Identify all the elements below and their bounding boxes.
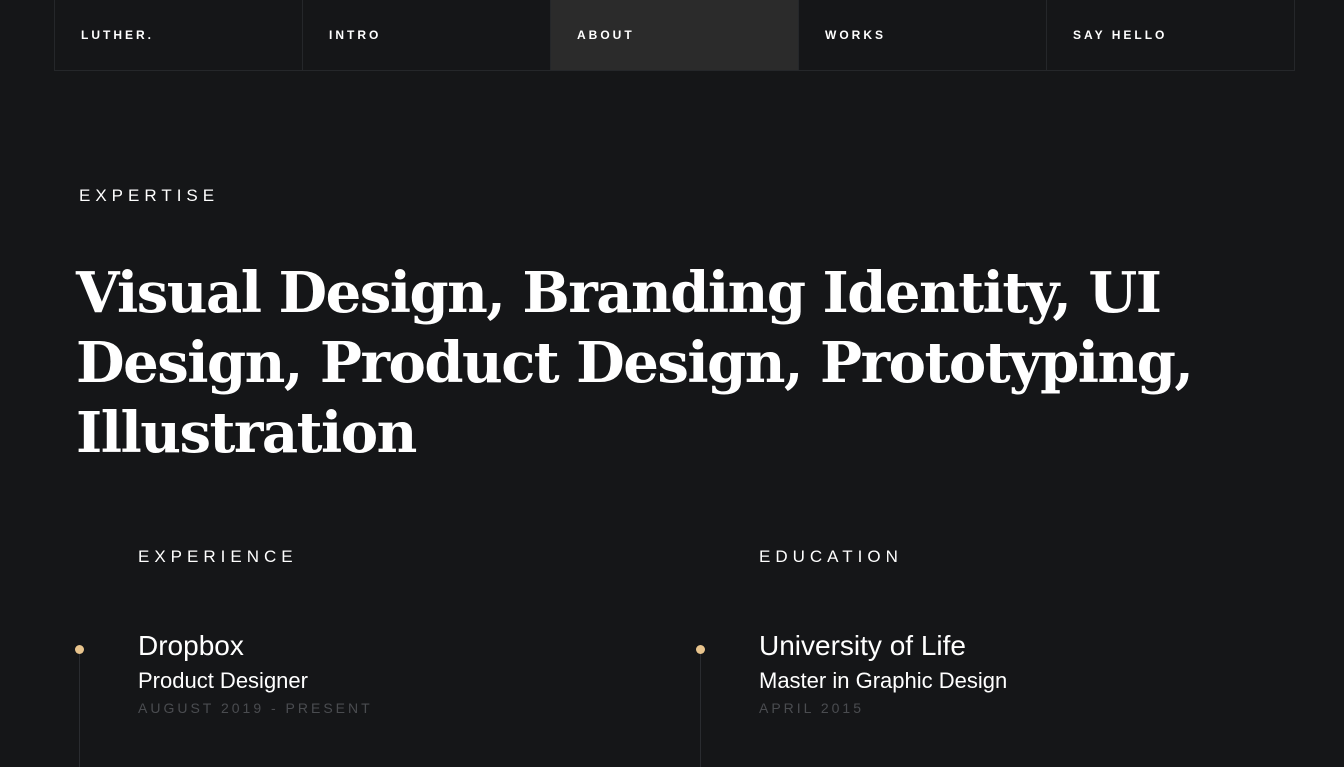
nav-item-intro[interactable]: INTRO [303, 0, 551, 70]
nav-item-about[interactable]: ABOUT [551, 0, 799, 70]
education-entry: University of Life Master in Graphic Des… [759, 628, 1007, 716]
expertise-label: EXPERTISE [79, 186, 220, 205]
experience-date: AUGUST 2019 - PRESENT [138, 700, 373, 716]
education-timeline-line [700, 650, 701, 767]
experience-timeline-dot [75, 645, 84, 654]
nav-item-works[interactable]: WORKS [799, 0, 1047, 70]
top-navigation: LUTHER. INTRO ABOUT WORKS SAY HELLO [54, 0, 1295, 71]
experience-label: EXPERIENCE [138, 547, 298, 566]
experience-company: Dropbox [138, 630, 244, 661]
education-school: University of Life [759, 630, 966, 661]
education-timeline-dot [696, 645, 705, 654]
nav-item-say-hello[interactable]: SAY HELLO [1047, 0, 1294, 70]
nav-logo-luther[interactable]: LUTHER. [55, 0, 303, 70]
education-label: EDUCATION [759, 547, 903, 566]
education-date: APRIL 2015 [759, 700, 864, 716]
experience-entry: Dropbox Product Designer AUGUST 2019 - P… [138, 628, 373, 716]
experience-role: Product Designer [138, 668, 308, 693]
expertise-headline: Visual Design, Branding Identity, UI Des… [76, 260, 1194, 466]
experience-timeline-line [79, 650, 80, 767]
education-degree: Master in Graphic Design [759, 668, 1008, 693]
